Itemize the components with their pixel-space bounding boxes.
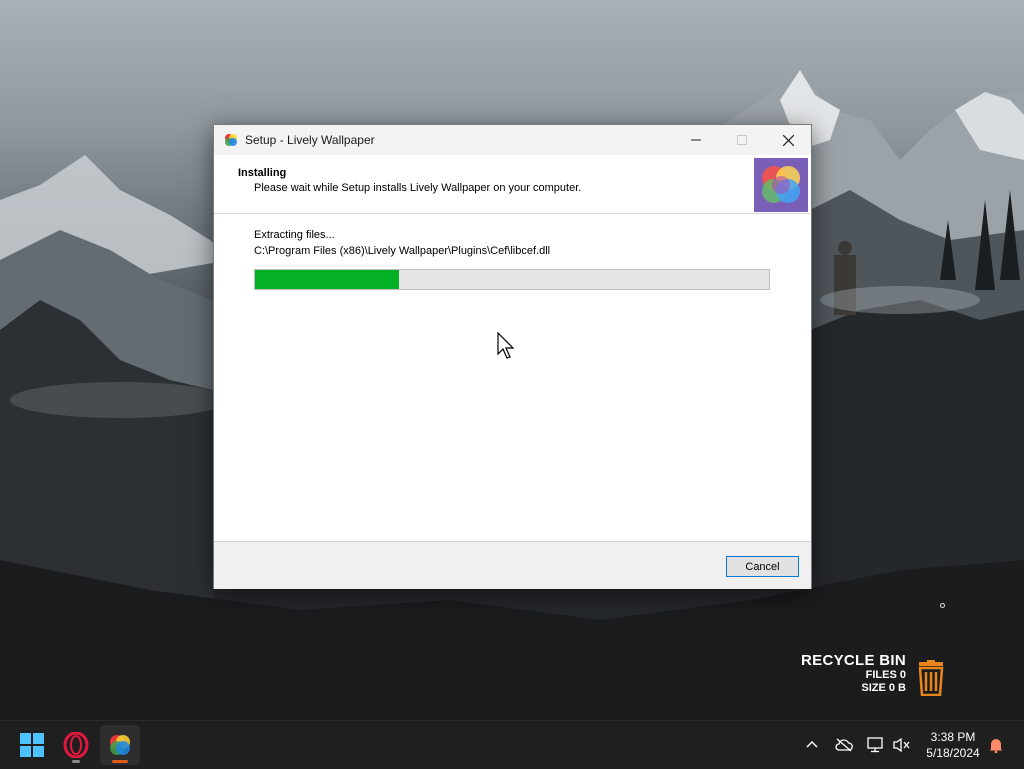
chevron-up-icon: [806, 740, 818, 748]
progress-bar: [254, 269, 770, 290]
mouse-cursor-icon: [497, 332, 515, 359]
current-file-path: C:\Program Files (x86)\Lively Wallpaper\…: [254, 245, 551, 257]
network-button[interactable]: [866, 735, 886, 755]
lively-logo-icon: [754, 158, 808, 212]
minimize-icon: [691, 139, 701, 141]
progress-fill: [255, 270, 399, 289]
clock-time: 3:38 PM: [930, 730, 976, 744]
close-icon: [782, 134, 794, 146]
recycle-bin-files: FILES 0: [865, 669, 906, 681]
trash-icon[interactable]: [915, 660, 947, 696]
taskbar: 3:38 PM 5/18/2024: [0, 720, 1024, 769]
minimize-button[interactable]: [673, 125, 719, 155]
clock[interactable]: 3:38 PM 5/18/2024: [918, 729, 988, 761]
maximize-icon: [737, 135, 747, 145]
title-bar[interactable]: Setup - Lively Wallpaper: [214, 125, 811, 155]
cancel-button[interactable]: Cancel: [726, 556, 799, 577]
notification-button[interactable]: [986, 735, 1006, 755]
running-indicator: [72, 760, 80, 763]
opera-icon: [63, 732, 89, 758]
active-indicator: [112, 760, 128, 763]
maximize-button[interactable]: [719, 125, 765, 155]
bell-icon: [989, 739, 1003, 753]
lively-app-icon: [225, 134, 237, 146]
window-title: Setup - Lively Wallpaper: [245, 133, 375, 147]
start-button[interactable]: [12, 725, 52, 765]
cloud-offline-button[interactable]: [834, 735, 854, 755]
recycle-bin-size: SIZE 0 B: [861, 682, 906, 694]
wizard-header: Installing Please wait while Setup insta…: [214, 155, 811, 213]
network-icon: [867, 737, 883, 753]
header-subtitle: Please wait while Setup installs Lively …: [254, 182, 582, 194]
volume-muted-icon: [893, 737, 910, 753]
header-title: Installing: [238, 167, 287, 179]
desktop-dot: [940, 603, 945, 608]
lively-taskbar-icon: [110, 735, 130, 755]
close-button[interactable]: [765, 125, 811, 155]
recycle-bin-title: RECYCLE BIN: [801, 652, 906, 669]
cloud-offline-icon: [835, 738, 853, 752]
clock-date: 5/18/2024: [926, 746, 980, 760]
wizard-footer: Cancel: [214, 541, 811, 589]
recycle-bin-widget[interactable]: RECYCLE BIN FILES 0 SIZE 0 B: [801, 652, 906, 695]
windows-logo-icon: [20, 733, 44, 757]
show-hidden-icons-button[interactable]: [802, 735, 822, 755]
taskbar-lively[interactable]: [100, 725, 140, 765]
taskbar-opera[interactable]: [56, 725, 96, 765]
header-divider: [214, 213, 811, 214]
status-text: Extracting files...: [254, 229, 335, 241]
volume-button[interactable]: [892, 735, 912, 755]
